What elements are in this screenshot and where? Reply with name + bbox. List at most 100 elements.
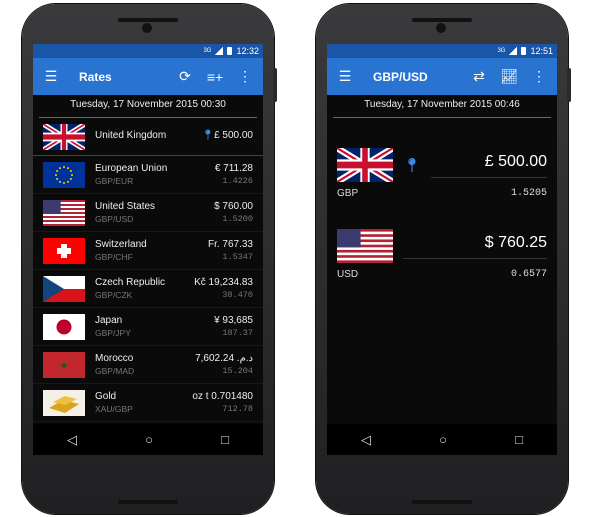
network-type: 3G: [203, 48, 212, 54]
exchange-rate: 1.4226: [222, 176, 253, 186]
flag-us: [337, 229, 393, 263]
speaker: [118, 18, 178, 22]
nav-bar: ◁ ○ □: [327, 424, 557, 455]
exchange-rate: 712.78: [222, 404, 253, 414]
flag-uk: [43, 123, 85, 150]
flag-eu: [43, 161, 85, 188]
menu-icon[interactable]: ☰: [41, 68, 61, 85]
svg-text:★: ★: [60, 361, 69, 372]
to-currency: $ 760.25 USD 0.6577: [337, 229, 547, 280]
converted-value: £ 500.00: [214, 130, 253, 141]
from-amount-input[interactable]: £ 500.00: [430, 153, 547, 178]
flag-gold: [43, 389, 85, 416]
signal-icon: [509, 47, 518, 55]
nav-bar: ◁ ○ □: [33, 424, 263, 455]
side-button: [273, 68, 277, 102]
location-pin-icon: 📍︎: [201, 130, 215, 141]
country-name: Gold: [95, 391, 117, 402]
add-list-icon[interactable]: ≡+: [205, 69, 225, 85]
phone-right: 3G 12:51 ☰ GBP/USD ⇄ 📈︎ ⋮ Tuesday, 17 Nov…: [316, 4, 571, 514]
to-amount-input[interactable]: $ 760.25: [403, 234, 547, 259]
camera: [142, 23, 152, 33]
rate-row[interactable]: United States GBP/USD $ 760.00 1.5200: [33, 194, 263, 232]
refresh-icon[interactable]: ⟳: [175, 68, 195, 85]
to-rate: 0.6577: [510, 269, 547, 280]
flag-uk: [337, 148, 393, 182]
country-name: European Union: [95, 163, 168, 174]
from-rate: 1.5205: [510, 188, 547, 199]
battery-icon: [521, 47, 527, 55]
camera: [436, 23, 446, 33]
converted-value: $ 760.00: [214, 201, 253, 212]
side-button: [567, 68, 571, 102]
converted-value: د.م. 7,602.24: [195, 353, 253, 364]
rate-row[interactable]: Czech Republic GBP/CZK Kč 19,234.83 38.470: [33, 270, 263, 308]
speaker: [412, 500, 472, 504]
status-bar: 3G 12:51: [327, 44, 557, 58]
menu-icon[interactable]: ☰: [335, 68, 355, 85]
more-vert-icon[interactable]: ⋮: [235, 68, 255, 85]
rate-row[interactable]: United Kingdom 📍︎£ 500.00: [33, 118, 263, 156]
country-name: Switzerland: [95, 239, 147, 250]
country-name: Czech Republic: [95, 277, 166, 288]
currency-pair: XAU/GBP: [95, 404, 133, 414]
from-currency: 📍︎ £ 500.00 GBP 1.5205: [337, 148, 547, 199]
rate-row[interactable]: Japan GBP/JPY ¥ 93,685 187.37: [33, 308, 263, 346]
currency-pair: GBP/CHF: [95, 252, 133, 262]
recents-button[interactable]: □: [515, 432, 523, 447]
rates-date: Tuesday, 17 November 2015 00:30: [39, 95, 257, 118]
recents-button[interactable]: □: [221, 432, 229, 447]
rates-screen: 3G 12:32 ☰ Rates ⟳ ≡+ ⋮ Tuesday, 17 Novem…: [33, 44, 263, 455]
home-button[interactable]: ○: [439, 432, 447, 447]
country-name: United Kingdom: [95, 130, 167, 141]
chart-icon[interactable]: 📈︎: [499, 68, 519, 85]
exchange-rate: 15.204: [222, 366, 253, 376]
converted-value: ¥ 93,685: [214, 315, 253, 326]
country-name: Morocco: [95, 353, 134, 364]
rate-row[interactable]: European Union GBP/EUR € 711.28 1.4226: [33, 156, 263, 194]
to-code: USD: [337, 269, 359, 280]
from-code: GBP: [337, 188, 359, 199]
speaker: [412, 18, 472, 22]
flag-ma: ★: [43, 351, 85, 378]
status-time: 12:32: [236, 46, 259, 56]
status-time: 12:51: [530, 46, 553, 56]
converter-screen: 3G 12:51 ☰ GBP/USD ⇄ 📈︎ ⋮ Tuesday, 17 Nov…: [327, 44, 557, 455]
converted-value: Kč 19,234.83: [194, 277, 253, 288]
network-type: 3G: [497, 48, 506, 54]
back-button[interactable]: ◁: [361, 432, 371, 448]
currency-pair: GBP/USD: [95, 214, 134, 224]
converted-value: Fr. 767.33: [207, 239, 253, 250]
speaker: [118, 500, 178, 504]
rate-row[interactable]: Gold XAU/GBP oz t 0.701480 712.78: [33, 384, 263, 422]
rate-row[interactable]: Switzerland GBP/CHF Fr. 767.33 1.5347: [33, 232, 263, 270]
app-bar: ☰ Rates ⟳ ≡+ ⋮: [33, 58, 263, 95]
exchange-rate: 1.5347: [222, 252, 253, 262]
flag-us: [43, 199, 85, 226]
converted-value: € 711.28: [214, 163, 253, 174]
swap-icon[interactable]: ⇄: [469, 68, 489, 85]
phone-left: 3G 12:32 ☰ Rates ⟳ ≡+ ⋮ Tuesday, 17 Novem…: [22, 4, 277, 514]
exchange-rate: 187.37: [222, 328, 253, 338]
signal-icon: [215, 47, 224, 55]
back-button[interactable]: ◁: [67, 432, 77, 448]
currency-pair: GBP/EUR: [95, 176, 134, 186]
flag-jp: [43, 313, 85, 340]
rate-row[interactable]: ★ Morocco GBP/MAD د.م. 7,602.24 15.204: [33, 346, 263, 384]
home-button[interactable]: ○: [145, 432, 153, 447]
app-bar: ☰ GBP/USD ⇄ 📈︎ ⋮: [327, 58, 557, 95]
more-vert-icon[interactable]: ⋮: [529, 68, 549, 85]
converted-value: oz t 0.701480: [192, 391, 253, 402]
currency-pair: GBP/CZK: [95, 290, 133, 300]
page-title: GBP/USD: [373, 69, 428, 84]
currency-pair: GBP/JPY: [95, 328, 131, 338]
exchange-rate: 38.470: [222, 290, 253, 300]
currency-pair: GBP/MAD: [95, 366, 135, 376]
country-name: Japan: [95, 315, 123, 326]
exchange-rate: 1.5200: [222, 214, 253, 224]
flag-cz: [43, 275, 85, 302]
country-name: United States: [95, 201, 156, 212]
location-pin-icon: 📍︎: [403, 156, 421, 173]
rates-date: Tuesday, 17 November 2015 00:46: [333, 95, 551, 118]
status-bar: 3G 12:32: [33, 44, 263, 58]
